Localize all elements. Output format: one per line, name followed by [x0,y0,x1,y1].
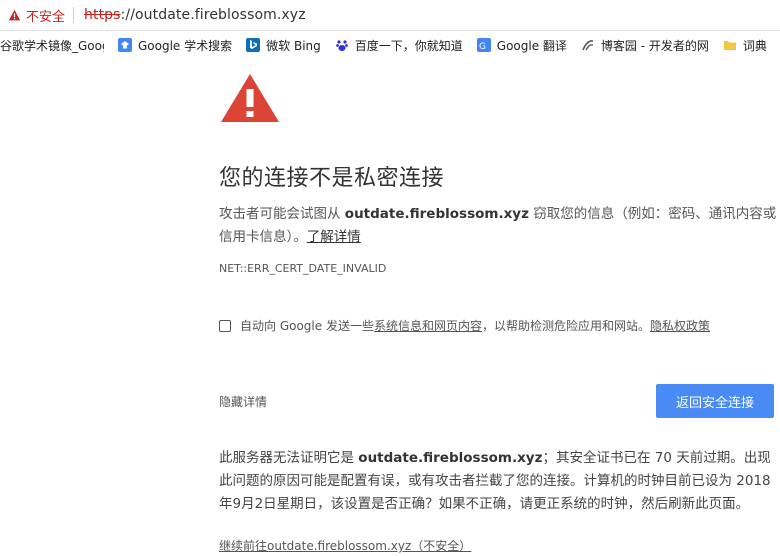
bing-icon [246,38,261,52]
explanation-text: 攻击者可能会试图从 [219,206,345,222]
url-text[interactable]: https://outdate.fireblossom.xyz [84,7,306,23]
details-text: 此服务器无法证明它是 [219,450,359,466]
security-warning-icon[interactable] [8,9,21,22]
bookmark-label: 谷歌学术镜像_Googl [0,38,104,53]
security-status-label[interactable]: 不安全 [26,6,65,25]
translate-icon: G [476,38,491,52]
learn-more-link[interactable]: 了解详情 [307,229,361,245]
details-paragraph: 此服务器无法证明它是 outdate.fireblossom.xyz；其安全证书… [219,447,779,516]
folder-icon [723,41,736,50]
bookmark-label: 词典 [742,38,767,53]
baidu-icon [335,40,348,51]
hide-details-button[interactable]: 隐藏详情 [219,393,267,410]
bookmark-item[interactable]: 谷歌学术镜像_Googl [0,37,104,54]
optin-text: ，以帮助检测危险应用和网站。 [481,319,650,333]
back-to-safety-button[interactable]: 返回安全连接 [656,384,774,418]
bookmark-item[interactable]: G Google 翻译 [476,37,567,54]
privacy-policy-link[interactable]: 隐私权政策 [650,317,710,334]
explanation-paragraph: 攻击者可能会试图从 outdate.fireblossom.xyz 窃取您的信息… [219,203,779,249]
bookmark-label: Google 翻译 [496,38,567,53]
url-scheme: https [84,7,121,23]
domain-name: outdate.fireblossom.xyz [358,450,543,466]
proceed-unsafe-link[interactable]: 继续前往outdate.fireblossom.xyz（不安全） [219,537,471,554]
bookmark-label: 微软 Bing [266,38,321,53]
bookmark-item[interactable]: 博客园 - 开发者的网 [581,37,709,54]
address-bar[interactable]: 不安全 https://outdate.fireblossom.xyz [0,0,780,31]
domain-name: outdate.fireblossom.xyz [344,206,529,222]
report-optin: 自动向 Google 发送一些 系统信息和网页内容 ，以帮助检测危险应用和网站。 隐私… [219,317,710,334]
url-host: ://outdate.fireblossom.xyz [120,7,306,23]
address-separator [73,7,75,23]
bookmark-item[interactable]: 百度一下，你就知道 [335,37,463,54]
system-info-link[interactable]: 系统信息和网页内容 [374,317,482,334]
svg-text:G: G [479,42,486,52]
bookmark-label: 博客园 - 开发者的网 [600,38,709,53]
cnblogs-icon [582,40,594,51]
bookmark-label: 百度一下，你就知道 [354,38,463,53]
error-code: NET::ERR_CERT_DATE_INVALID [219,262,387,275]
bookmark-item[interactable]: 词典 [723,37,767,54]
warning-triangle-icon [221,74,279,122]
report-checkbox[interactable] [219,319,231,332]
bookmark-label: Google 学术搜索 [138,38,233,53]
page-title: 您的连接不是私密连接 [219,166,445,191]
bookmark-item[interactable]: Google 学术搜索 [118,37,232,54]
bookmarks-bar: 谷歌学术镜像_Googl Google 学术搜索 微软 Bing 百度一下，你就… [0,31,780,59]
optin-text: 自动向 Google 发送一些 [240,319,374,333]
scholar-icon [118,38,132,52]
bookmark-item[interactable]: 微软 Bing [246,37,321,54]
